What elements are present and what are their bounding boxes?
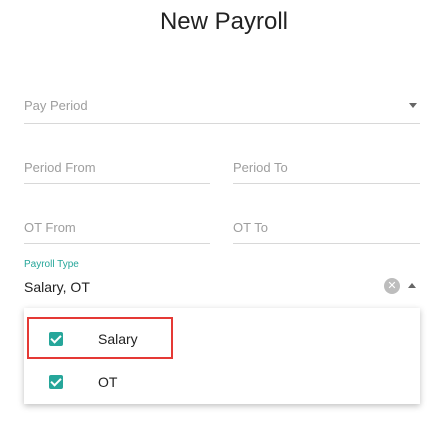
page-title: New Payroll [159, 8, 289, 35]
clear-icon[interactable]: ✕ [384, 278, 400, 294]
ot-to-field[interactable]: OT To [233, 220, 420, 244]
pay-period-select[interactable]: Pay Period [24, 98, 420, 124]
ot-to-placeholder: OT To [233, 220, 268, 235]
period-from-placeholder: Period From [24, 160, 96, 175]
option-ot[interactable]: OT [24, 363, 420, 403]
period-to-underline [233, 183, 420, 184]
ot-to-underline [233, 243, 420, 244]
highlight-box [27, 317, 173, 359]
chevron-up-icon[interactable] [408, 283, 416, 288]
ot-from-placeholder: OT From [24, 220, 76, 235]
period-from-underline [24, 183, 210, 184]
payroll-type-value[interactable]: Salary, OT [24, 279, 90, 295]
ot-from-field[interactable]: OT From [24, 220, 210, 244]
option-ot-label: OT [98, 374, 118, 390]
payroll-type-label: Payroll Type [24, 259, 79, 270]
pay-period-underline [24, 123, 420, 124]
period-to-field[interactable]: Period To [233, 160, 420, 184]
pay-period-placeholder: Pay Period [24, 98, 88, 113]
period-to-placeholder: Period To [233, 160, 288, 175]
period-from-field[interactable]: Period From [24, 160, 210, 184]
chevron-down-icon[interactable] [409, 103, 417, 108]
ot-from-underline [24, 243, 210, 244]
ot-checkbox[interactable] [49, 375, 63, 389]
